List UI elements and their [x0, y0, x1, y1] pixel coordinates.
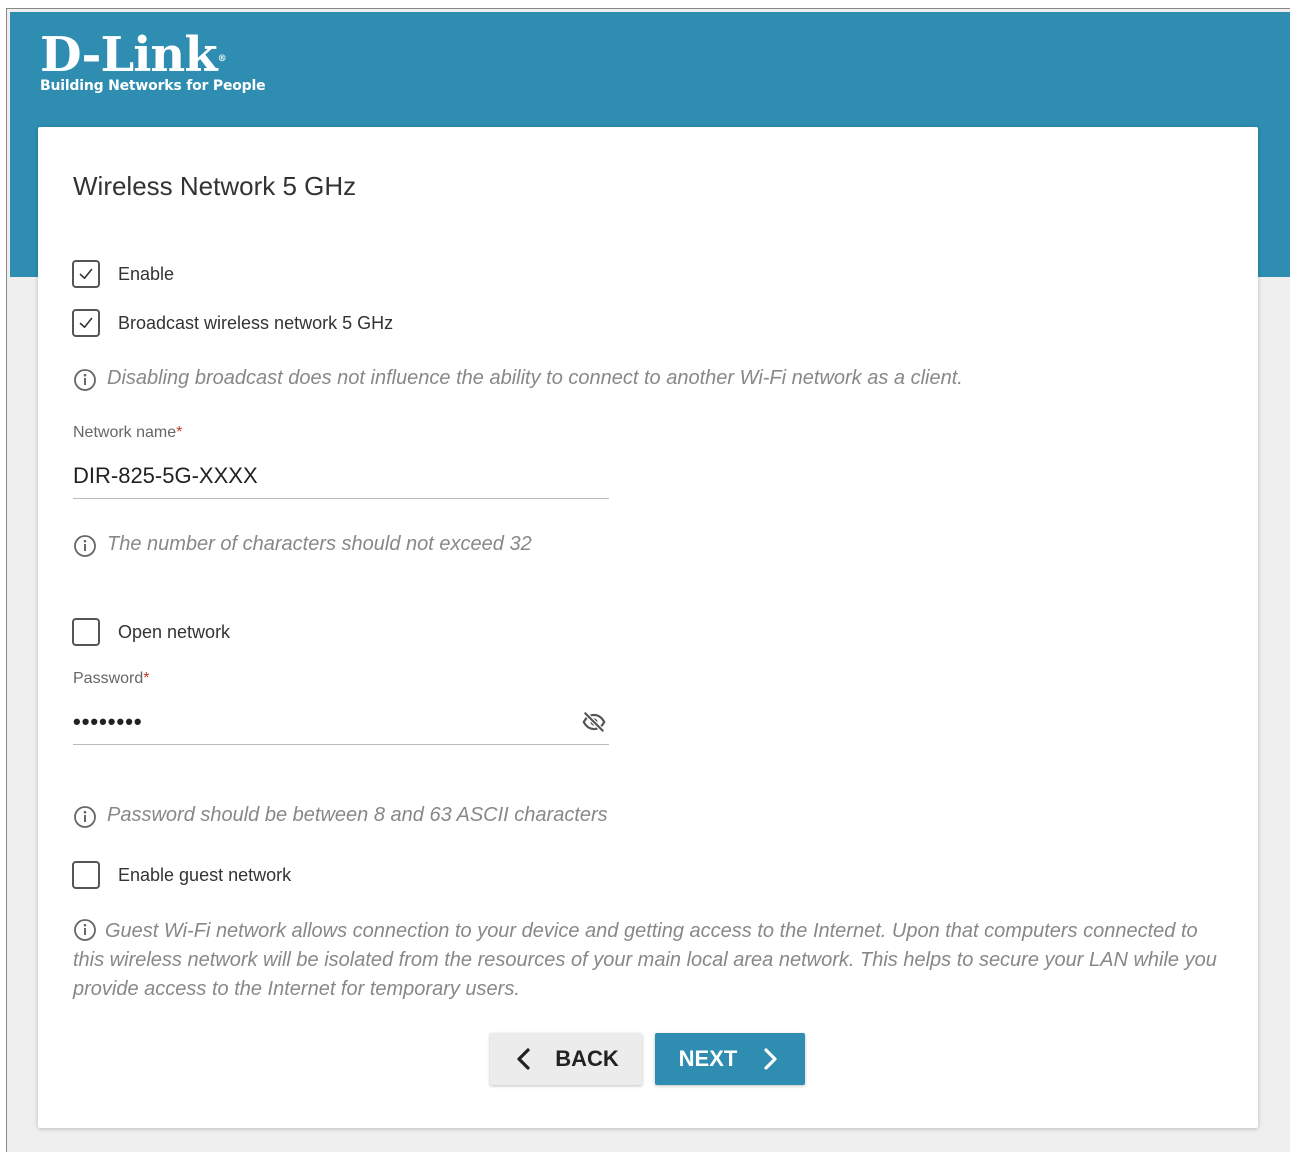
password-field[interactable]: ••••••••	[73, 699, 609, 745]
network-name-field[interactable]	[73, 453, 609, 499]
next-button-label: NEXT	[678, 1046, 738, 1071]
enable-label: Enable	[118, 263, 175, 284]
open-network-label: Open network	[118, 621, 231, 642]
broadcast-checkbox-row[interactable]: Broadcast wireless network 5 GHz	[72, 309, 393, 337]
guest-network-checkbox-row[interactable]: Enable guest network	[72, 861, 291, 889]
chevron-right-icon	[764, 1048, 777, 1070]
info-icon	[74, 806, 96, 828]
page-title: Wireless Network 5 GHz	[73, 171, 357, 201]
guest-network-hint: Guest Wi-Fi network allows connection to…	[73, 917, 1223, 1004]
password-hint: Password should be between 8 and 63 ASCI…	[73, 804, 608, 829]
logo-wordmark: D-Link	[40, 27, 218, 83]
open-network-checkbox[interactable]	[72, 618, 100, 646]
info-icon	[74, 919, 96, 941]
network-name-hint: The number of characters should not exce…	[73, 533, 532, 558]
back-button-label: BACK	[555, 1046, 619, 1071]
enable-checkbox-row[interactable]: Enable	[72, 260, 174, 288]
network-name-hint-text: The number of characters should not exce…	[107, 533, 532, 555]
network-name-input[interactable]	[73, 453, 609, 498]
open-network-checkbox-row[interactable]: Open network	[72, 618, 230, 646]
required-mark: *	[176, 424, 183, 441]
info-icon	[74, 535, 96, 557]
browser-frame: D-Link® Building Networks for People Wir…	[6, 8, 1290, 1152]
check-icon	[79, 268, 93, 279]
password-hint-text: Password should be between 8 and 63 ASCI…	[107, 804, 608, 826]
broadcast-checkbox[interactable]	[72, 309, 100, 337]
eye-slash-icon[interactable]	[581, 709, 607, 735]
broadcast-hint-text: Disabling broadcast does not influence t…	[107, 367, 963, 389]
dlink-logo: D-Link® Building Networks for People	[40, 27, 266, 94]
password-label: Password*	[73, 670, 150, 687]
enable-checkbox[interactable]	[72, 260, 100, 288]
info-icon	[74, 369, 96, 391]
required-mark: *	[143, 670, 150, 687]
logo-registered-mark: ®	[217, 54, 227, 64]
chevron-left-icon	[517, 1048, 530, 1070]
broadcast-label: Broadcast wireless network 5 GHz	[118, 312, 394, 333]
check-icon	[79, 317, 93, 328]
guest-network-checkbox[interactable]	[72, 861, 100, 889]
guest-network-hint-text: Guest Wi-Fi network allows connection to…	[73, 920, 1217, 1000]
password-input[interactable]: ••••••••	[73, 709, 581, 735]
wizard-card: Wireless Network 5 GHz Enable Broadcast …	[38, 127, 1258, 1128]
next-button[interactable]: NEXT	[655, 1033, 805, 1085]
network-name-label: Network name*	[73, 424, 183, 441]
logo-tagline: Building Networks for People	[40, 78, 266, 94]
guest-network-label: Enable guest network	[118, 864, 292, 885]
broadcast-hint: Disabling broadcast does not influence t…	[73, 367, 963, 392]
back-button[interactable]: BACK	[490, 1033, 642, 1085]
